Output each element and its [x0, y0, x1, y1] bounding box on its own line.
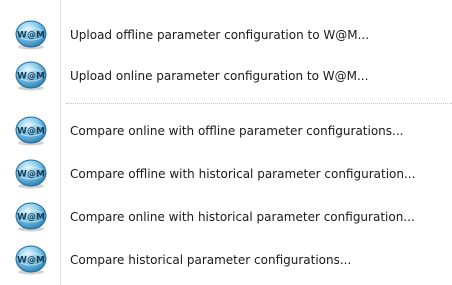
menu-item-compare-offline-historical[interactable]: W@M Compare offline with historical para… [0, 155, 452, 193]
menu-item-label: Compare offline with historical paramete… [70, 167, 416, 181]
svg-text:W@M: W@M [17, 213, 45, 223]
wam-globe-icon: W@M [15, 61, 47, 91]
svg-text:W@M: W@M [17, 72, 45, 82]
context-menu: W@M Upload offline parameter configurati… [0, 0, 452, 285]
wam-globe-icon: W@M [15, 202, 47, 232]
menu-item-label: Compare online with offline parameter co… [70, 124, 404, 138]
svg-text:W@M: W@M [17, 127, 45, 137]
menu-item-upload-offline[interactable]: W@M Upload offline parameter configurati… [0, 16, 452, 54]
menu-item-compare-online-historical[interactable]: W@M Compare online with historical param… [0, 198, 452, 236]
svg-text:W@M: W@M [17, 170, 45, 180]
menu-separator [66, 103, 452, 104]
menu-item-label: Compare online with historical parameter… [70, 210, 415, 224]
wam-globe-icon: W@M [15, 20, 47, 50]
svg-text:W@M: W@M [17, 31, 45, 41]
menu-item-compare-online-offline[interactable]: W@M Compare online with offline paramete… [0, 112, 452, 150]
menu-item-upload-online[interactable]: W@M Upload online parameter configuratio… [0, 57, 452, 95]
wam-globe-icon: W@M [15, 159, 47, 189]
menu-item-label: Upload online parameter configuration to… [70, 69, 369, 83]
svg-text:W@M: W@M [17, 256, 45, 266]
wam-globe-icon: W@M [15, 116, 47, 146]
menu-item-compare-historical[interactable]: W@M Compare historical parameter configu… [0, 241, 452, 279]
wam-globe-icon: W@M [15, 245, 47, 275]
menu-item-label: Compare historical parameter configurati… [70, 253, 352, 267]
menu-item-label: Upload offline parameter configuration t… [70, 28, 370, 42]
